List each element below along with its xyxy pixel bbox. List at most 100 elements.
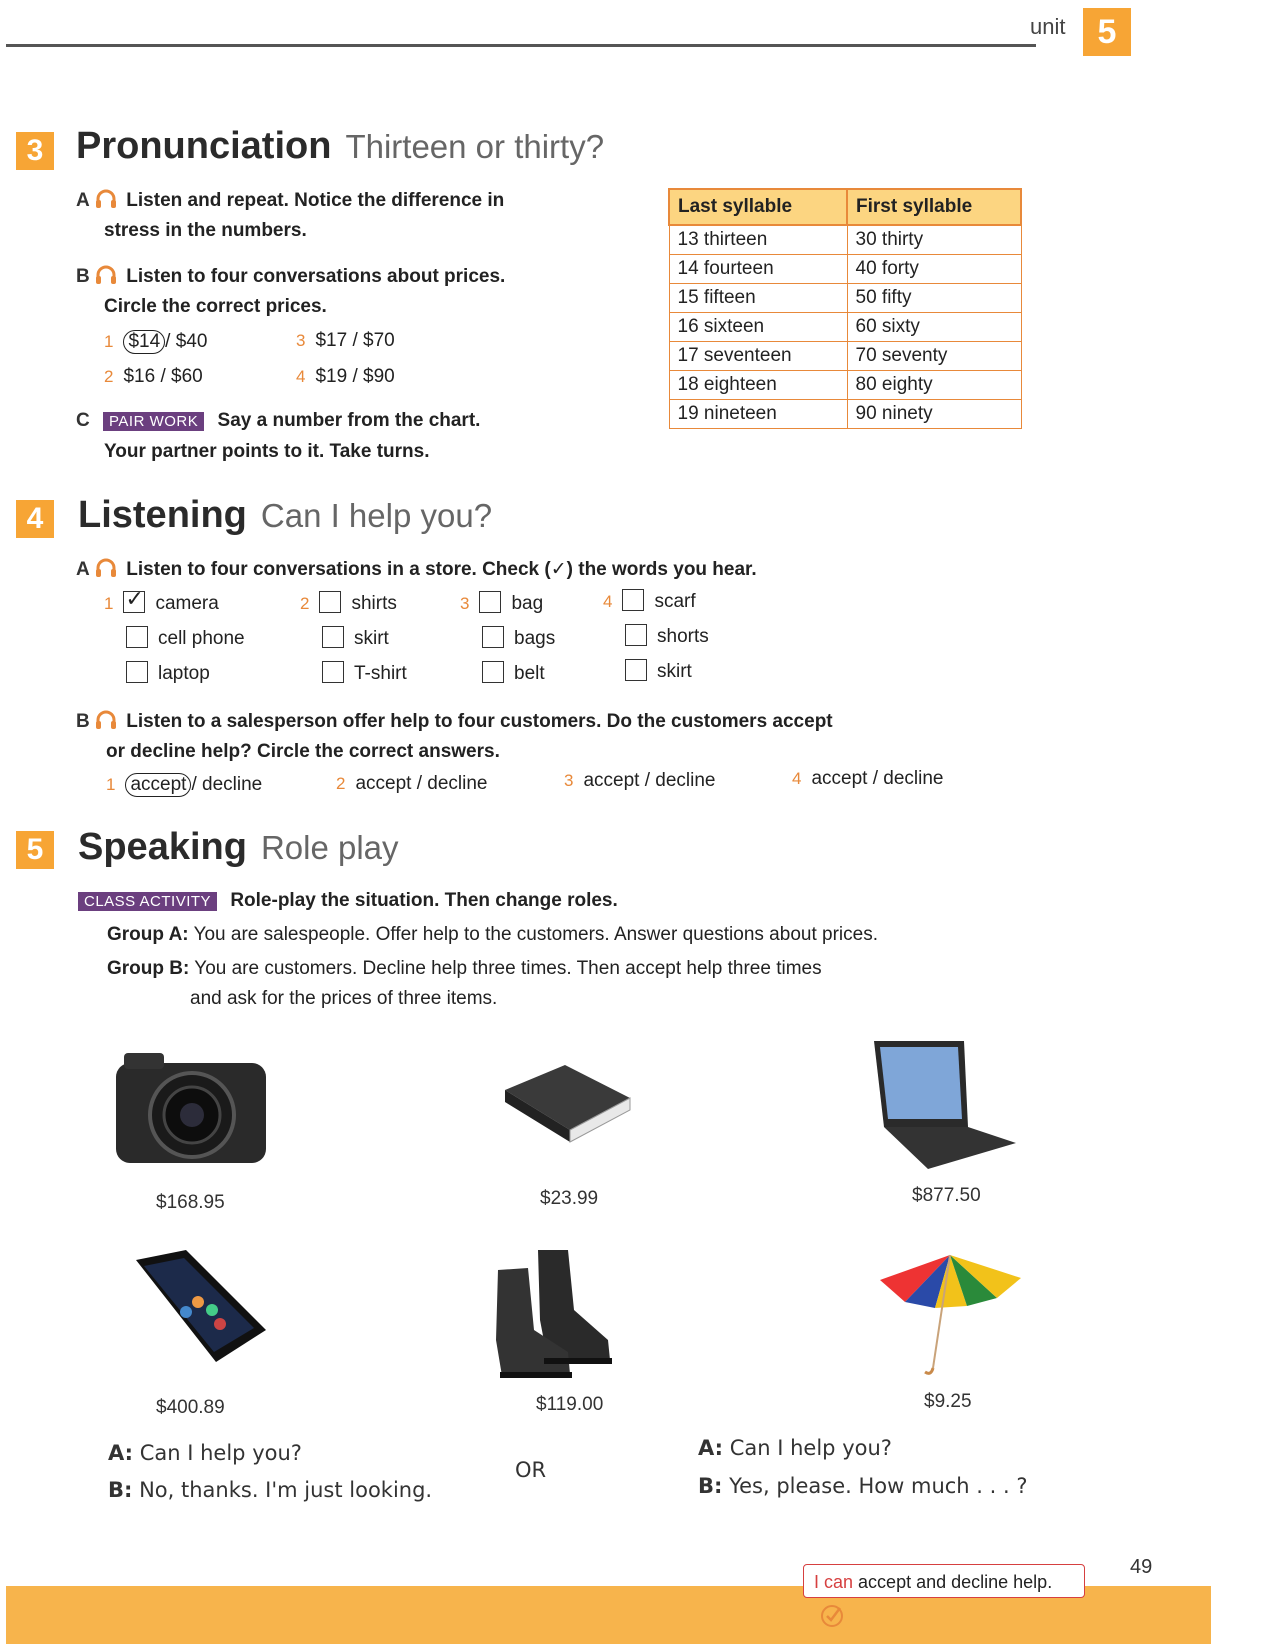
instruction-text: Listen to four conversations in a store.…	[126, 559, 757, 580]
answer-option-4[interactable]: 4 accept / decline	[792, 768, 944, 790]
table-row: 13 thirteen 30 thirty	[668, 224, 1022, 255]
price-label: $9.25	[924, 1391, 972, 1412]
group-b-text: You are customers. Decline help three ti…	[194, 958, 822, 979]
section-heading-listening: Listening Can I help you?	[78, 494, 492, 537]
checkbox-shorts[interactable]	[625, 624, 647, 646]
exercise-letter: A	[76, 190, 90, 211]
dialog-2-line-b: B: Yes, please. How much . . . ?	[698, 1474, 1028, 1498]
option-number: 2	[104, 367, 114, 386]
instruction-text: Say a number from the chart.	[217, 410, 481, 431]
price-option-3[interactable]: 3 $17 / $70	[296, 330, 395, 352]
exercise-3a: A Listen and repeat. Notice the differen…	[76, 189, 504, 212]
speaking-instruction: CLASS ACTIVITY Role-play the situation. …	[78, 890, 618, 912]
price-label: $400.89	[156, 1397, 225, 1418]
pair-work-badge: PAIR WORK	[103, 412, 205, 431]
speaker-label: A:	[698, 1436, 724, 1460]
option-number: 3	[564, 771, 574, 790]
price-option-1[interactable]: 1 $14/ $40	[104, 330, 207, 354]
can-do-text: accept and decline help.	[858, 1572, 1053, 1592]
checkbox-laptop[interactable]	[126, 661, 148, 683]
group-a-label: Group A:	[107, 924, 189, 945]
dialog-text: No, thanks. I'm just looking.	[139, 1478, 433, 1502]
option-number: 1	[106, 775, 116, 794]
checkbox-scarf[interactable]	[622, 589, 645, 611]
group-a-instruction: Group A: You are salespeople. Offer help…	[107, 924, 878, 946]
check-group-2: 2 shirts skirt T-shirt	[300, 591, 407, 696]
exercise-4b: B Listen to a salesperson offer help to …	[76, 710, 833, 733]
instruction-text: Listen and repeat. Notice the difference…	[126, 190, 505, 211]
checkbox-cell-phone[interactable]	[126, 626, 148, 648]
section-number-4: 4	[16, 500, 54, 538]
group-b-text-continued: and ask for the prices of three items.	[190, 988, 498, 1009]
group-number: 3	[460, 594, 470, 613]
table-row: 18 eighteen 80 eighty	[668, 370, 1022, 400]
option-text: $17 / $70	[315, 330, 395, 351]
table-cell: 13 thirteen	[668, 224, 848, 255]
section-number-3: 3	[16, 132, 54, 170]
checkbox-shirts[interactable]	[319, 591, 342, 613]
group-a-text: You are salespeople. Offer help to the c…	[193, 924, 878, 945]
checkbox-bags[interactable]	[482, 626, 504, 648]
umbrella-image	[880, 1254, 1021, 1375]
group-b-label: Group B:	[107, 958, 190, 979]
checkbox-label: cell phone	[158, 628, 245, 649]
class-activity-badge: CLASS ACTIVITY	[78, 892, 218, 911]
checkbox-label: shirts	[351, 593, 397, 614]
checkbox-label: bags	[514, 628, 556, 649]
can-word: I can	[814, 1572, 854, 1592]
check-group-3: 3 bag bags belt	[460, 591, 555, 696]
option-text: $19 / $90	[315, 366, 395, 387]
headphones-icon[interactable]	[95, 710, 117, 730]
checkbox-label: skirt	[354, 628, 389, 649]
section-title: Listening	[78, 494, 247, 536]
checkbox-camera[interactable]: ✓	[123, 586, 146, 613]
header-rule	[6, 44, 1036, 47]
option-text: accept / decline	[355, 773, 488, 794]
can-do-statement[interactable]: I can accept and decline help.	[803, 1564, 1085, 1627]
check-circle-icon[interactable]	[820, 1604, 844, 1628]
speaker-label: B:	[698, 1474, 723, 1498]
section-subtitle: Can I help you?	[260, 497, 493, 534]
table-cell: 30 thirty	[846, 224, 1022, 255]
answer-option-2[interactable]: 2 accept / decline	[336, 773, 488, 795]
checkbox-skirt[interactable]	[625, 659, 647, 681]
answer-option-1[interactable]: 1 accept / decline	[106, 773, 262, 797]
table-cell: 50 fifty	[846, 283, 1022, 313]
group-number: 2	[300, 594, 310, 613]
table-row: 17 seventeen 70 seventy	[668, 341, 1022, 371]
price-option-4[interactable]: 4 $19 / $90	[296, 366, 395, 388]
checkbox-label: belt	[514, 663, 545, 684]
dialog-1-line-b: B: No, thanks. I'm just looking.	[108, 1478, 432, 1502]
checkbox-bag[interactable]	[479, 591, 502, 613]
instruction-text: or decline help? Circle the correct answ…	[106, 741, 500, 762]
instruction-text: Your partner points to it. Take turns.	[104, 441, 430, 462]
option-text: accept / decline	[811, 768, 944, 789]
checkbox-belt[interactable]	[482, 661, 504, 683]
dialog-1-line-a: A: Can I help you?	[108, 1441, 302, 1465]
answer-option-3[interactable]: 3 accept / decline	[564, 770, 716, 792]
table-row: 16 sixteen 60 sixty	[668, 312, 1022, 342]
option-text: / $40	[165, 331, 208, 352]
exercise-letter: B	[76, 711, 90, 732]
section-heading-pronunciation: Pronunciation Thirteen or thirty?	[76, 125, 604, 168]
page-number: 49	[1130, 1556, 1153, 1578]
instruction-text: Listen to a salesperson offer help to fo…	[126, 711, 833, 732]
checkbox-t-shirt[interactable]	[322, 661, 344, 683]
check-group-1: 1 ✓ camera cell phone laptop	[104, 586, 245, 696]
table-row: 14 fourteen 40 forty	[668, 254, 1022, 284]
table-cell: 80 eighty	[846, 370, 1022, 400]
option-number: 3	[296, 331, 306, 350]
headphones-icon[interactable]	[95, 189, 117, 209]
headphones-icon[interactable]	[95, 265, 117, 285]
table-cell: 14 fourteen	[668, 254, 848, 284]
instruction-text: Listen to four conversations about price…	[126, 266, 506, 287]
exercise-letter: A	[76, 559, 90, 580]
price-option-2[interactable]: 2 $16 / $60	[104, 366, 203, 388]
headphones-icon[interactable]	[95, 558, 117, 578]
checkbox-skirt[interactable]	[322, 626, 344, 648]
exercise-3c: C PAIR WORK Say a number from the chart.	[76, 410, 480, 432]
or-label: OR	[515, 1458, 547, 1482]
table-header: Last syllable	[668, 188, 848, 226]
unit-number: 5	[1083, 8, 1131, 56]
checkbox-label: laptop	[158, 663, 210, 684]
